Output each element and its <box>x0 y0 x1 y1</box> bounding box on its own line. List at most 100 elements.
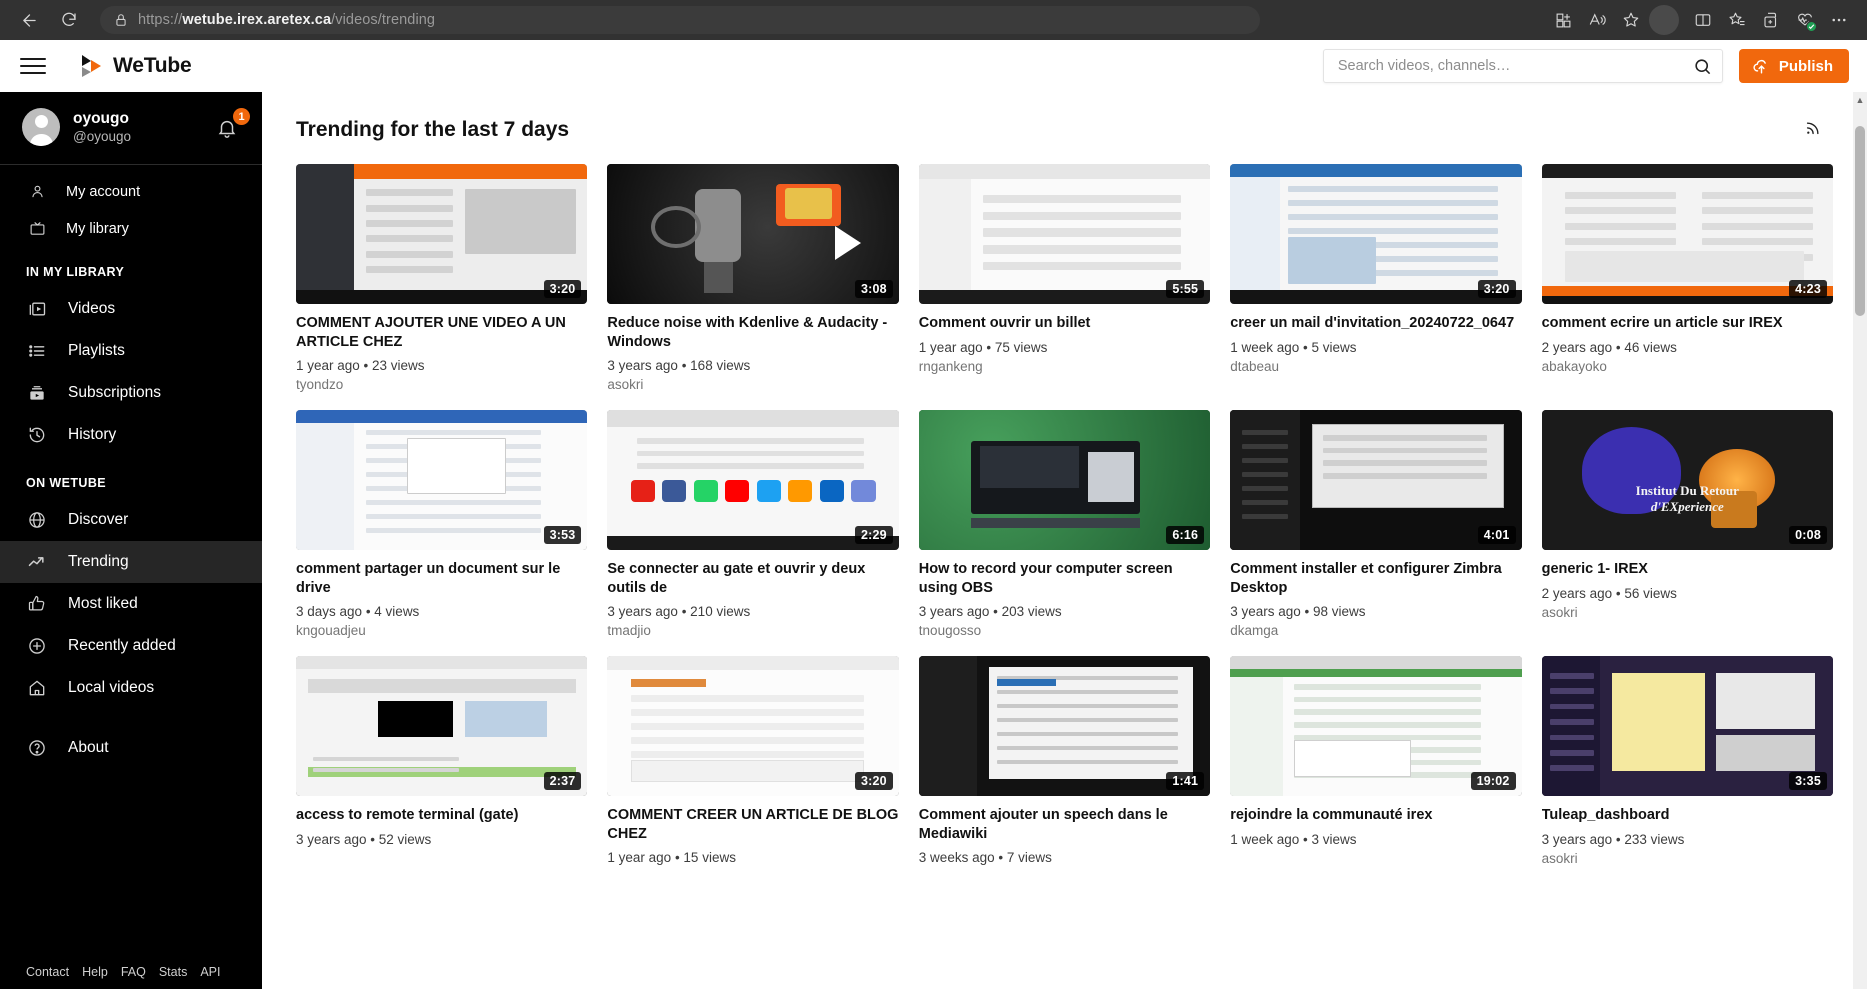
video-thumbnail[interactable]: 6:16 <box>918 410 1211 551</box>
video-title[interactable]: How to record your computer screen using… <box>919 560 1210 597</box>
video-card[interactable]: 3:20 COMMENT AJOUTER UNE VIDEO A UN ARTI… <box>296 164 588 392</box>
video-title[interactable]: COMMENT AJOUTER UNE VIDEO A UN ARTICLE C… <box>296 314 587 351</box>
video-thumbnail[interactable]: 2:37 <box>296 656 588 797</box>
video-author[interactable]: tnougosso <box>919 623 1210 638</box>
video-thumbnail[interactable]: 3:20 <box>607 656 899 797</box>
split-screen-icon[interactable] <box>1687 4 1719 36</box>
video-card[interactable]: 5:55 Comment ouvrir un billet 1 year ago… <box>918 164 1211 392</box>
video-title[interactable]: Comment installer et configurer Zimbra D… <box>1230 560 1521 597</box>
video-author[interactable]: asokri <box>607 377 898 392</box>
video-author[interactable]: abakayoko <box>1542 359 1833 374</box>
scroll-up-arrow[interactable]: ▲ <box>1853 92 1867 108</box>
footer-link-faq[interactable]: FAQ <box>121 965 146 979</box>
video-title[interactable]: creer un mail d'invitation_20240722_0647 <box>1230 314 1521 333</box>
settings-ellipsis-icon[interactable] <box>1823 4 1855 36</box>
essentials-status-dot <box>1806 21 1817 32</box>
video-card[interactable]: Institut Du Retour d'EXperience 0:08 gene… <box>1541 410 1833 638</box>
video-card[interactable]: 3:20 COMMENT CREER UN ARTICLE DE BLOG CH… <box>607 656 899 869</box>
video-title[interactable]: access to remote terminal (gate) <box>296 806 587 825</box>
sidebar-item-local-videos[interactable]: Local videos <box>0 667 262 709</box>
browser-profile-avatar[interactable] <box>1649 5 1679 35</box>
video-card[interactable]: 1:41 Comment ajouter un speech dans le M… <box>918 656 1211 869</box>
sidebar-item-about[interactable]: About <box>0 727 262 769</box>
video-card[interactable]: 2:37 access to remote terminal (gate) 3 … <box>296 656 588 869</box>
sidebar-item-playlists[interactable]: Playlists <box>0 330 262 372</box>
scrollbar-thumb[interactable] <box>1855 126 1865 316</box>
footer-link-stats[interactable]: Stats <box>159 965 188 979</box>
sidebar-item-recently-added[interactable]: Recently added <box>0 625 262 667</box>
browser-essentials-icon[interactable] <box>1789 4 1821 36</box>
video-author[interactable]: dkamga <box>1230 623 1521 638</box>
sidebar-label: Videos <box>68 300 116 317</box>
video-thumbnail[interactable]: 1:41 <box>918 656 1211 797</box>
hamburger-menu-icon[interactable] <box>18 51 48 81</box>
sidebar-item-most-liked[interactable]: Most liked <box>0 583 262 625</box>
video-thumbnail[interactable]: 4:23 <box>1541 164 1833 304</box>
video-card[interactable]: 3:20 creer un mail d'invitation_20240722… <box>1230 164 1522 392</box>
video-title[interactable]: Comment ouvrir un billet <box>919 314 1210 333</box>
favorites-list-icon[interactable] <box>1721 4 1753 36</box>
video-thumbnail[interactable]: 4:01 <box>1230 410 1522 551</box>
video-author[interactable]: asokri <box>1542 605 1833 620</box>
video-thumbnail[interactable]: 3:53 <box>296 410 588 551</box>
video-author[interactable]: tmadjio <box>607 623 898 638</box>
back-arrow-icon[interactable] <box>12 3 46 37</box>
search-box[interactable] <box>1322 49 1723 83</box>
video-thumbnail[interactable]: 2:29 <box>607 410 899 551</box>
search-input[interactable] <box>1337 58 1693 74</box>
video-thumbnail[interactable]: 3:20 <box>296 164 588 304</box>
video-author[interactable]: tyondzo <box>296 377 587 392</box>
footer-link-api[interactable]: API <box>200 965 220 979</box>
video-author[interactable]: rngankeng <box>919 359 1210 374</box>
video-card[interactable]: 4:23 comment ecrire un article sur IREX … <box>1541 164 1833 392</box>
search-icon[interactable] <box>1693 57 1712 76</box>
page-scrollbar[interactable]: ▲ <box>1853 92 1867 989</box>
video-thumbnail[interactable]: Institut Du Retour d'EXperience 0:08 <box>1541 410 1833 551</box>
sidebar-item-my-library[interactable]: My library <box>0 210 262 247</box>
sidebar-item-history[interactable]: History <box>0 414 262 456</box>
video-title[interactable]: Reduce noise with Kdenlive & Audacity - … <box>607 314 898 351</box>
video-card[interactable]: 3:35 Tuleap_dashboard 3 years ago • 233 … <box>1541 656 1833 869</box>
reload-icon[interactable] <box>52 3 86 37</box>
rss-feed-icon[interactable] <box>1804 118 1823 142</box>
video-title[interactable]: Tuleap_dashboard <box>1542 806 1833 825</box>
video-card[interactable]: 19:02 rejoindre la communauté irex 1 wee… <box>1230 656 1522 869</box>
sidebar-item-trending[interactable]: Trending <box>0 541 262 583</box>
sidebar-user-block[interactable]: oyougo @oyougo 1 <box>0 92 262 165</box>
video-title[interactable]: rejoindre la communauté irex <box>1230 806 1521 825</box>
video-title[interactable]: Se connecter au gate et ouvrir y deux ou… <box>607 560 898 597</box>
video-author[interactable]: kngouadjeu <box>296 623 587 638</box>
video-title[interactable]: comment partager un document sur le driv… <box>296 560 587 597</box>
video-title[interactable]: comment ecrire un article sur IREX <box>1542 314 1833 333</box>
video-author[interactable]: asokri <box>1542 851 1833 866</box>
notifications-button[interactable]: 1 <box>216 108 250 142</box>
video-card[interactable]: 3:08 Reduce noise with Kdenlive & Audaci… <box>607 164 899 392</box>
video-views: 56 views <box>1624 585 1677 601</box>
publish-button[interactable]: Publish <box>1738 49 1849 83</box>
video-author[interactable]: dtabeau <box>1230 359 1521 374</box>
sidebar-item-my-account[interactable]: My account <box>0 173 262 210</box>
video-thumbnail[interactable]: 3:35 <box>1541 656 1833 797</box>
split-add-icon[interactable] <box>1547 4 1579 36</box>
footer-link-help[interactable]: Help <box>82 965 108 979</box>
video-title[interactable]: Comment ajouter un speech dans le Mediaw… <box>919 806 1210 843</box>
footer-link-contact[interactable]: Contact <box>26 965 69 979</box>
collections-icon[interactable] <box>1755 4 1787 36</box>
video-thumbnail[interactable]: 3:20 <box>1230 164 1522 304</box>
sidebar-item-videos[interactable]: Videos <box>0 288 262 330</box>
video-card[interactable]: 3:53 comment partager un document sur le… <box>296 410 588 638</box>
video-thumbnail[interactable]: 3:08 <box>607 164 899 304</box>
video-thumbnail[interactable]: 5:55 <box>918 164 1211 304</box>
sidebar-item-discover[interactable]: Discover <box>0 499 262 541</box>
wetube-logo[interactable]: WeTube <box>78 53 192 79</box>
favorite-star-icon[interactable] <box>1615 4 1647 36</box>
read-aloud-icon[interactable] <box>1581 4 1613 36</box>
video-card[interactable]: 6:16 How to record your computer screen … <box>918 410 1211 638</box>
video-thumbnail[interactable]: 19:02 <box>1230 656 1522 797</box>
sidebar-item-subscriptions[interactable]: Subscriptions <box>0 372 262 414</box>
video-title[interactable]: COMMENT CREER UN ARTICLE DE BLOG CHEZ <box>607 806 898 843</box>
video-title[interactable]: generic 1- IREX <box>1542 560 1833 579</box>
video-card[interactable]: 4:01 Comment installer et configurer Zim… <box>1230 410 1522 638</box>
video-card[interactable]: 2:29 Se connecter au gate et ouvrir y de… <box>607 410 899 638</box>
address-bar[interactable]: https://wetube.irex.aretex.ca/videos/tre… <box>100 6 1260 34</box>
